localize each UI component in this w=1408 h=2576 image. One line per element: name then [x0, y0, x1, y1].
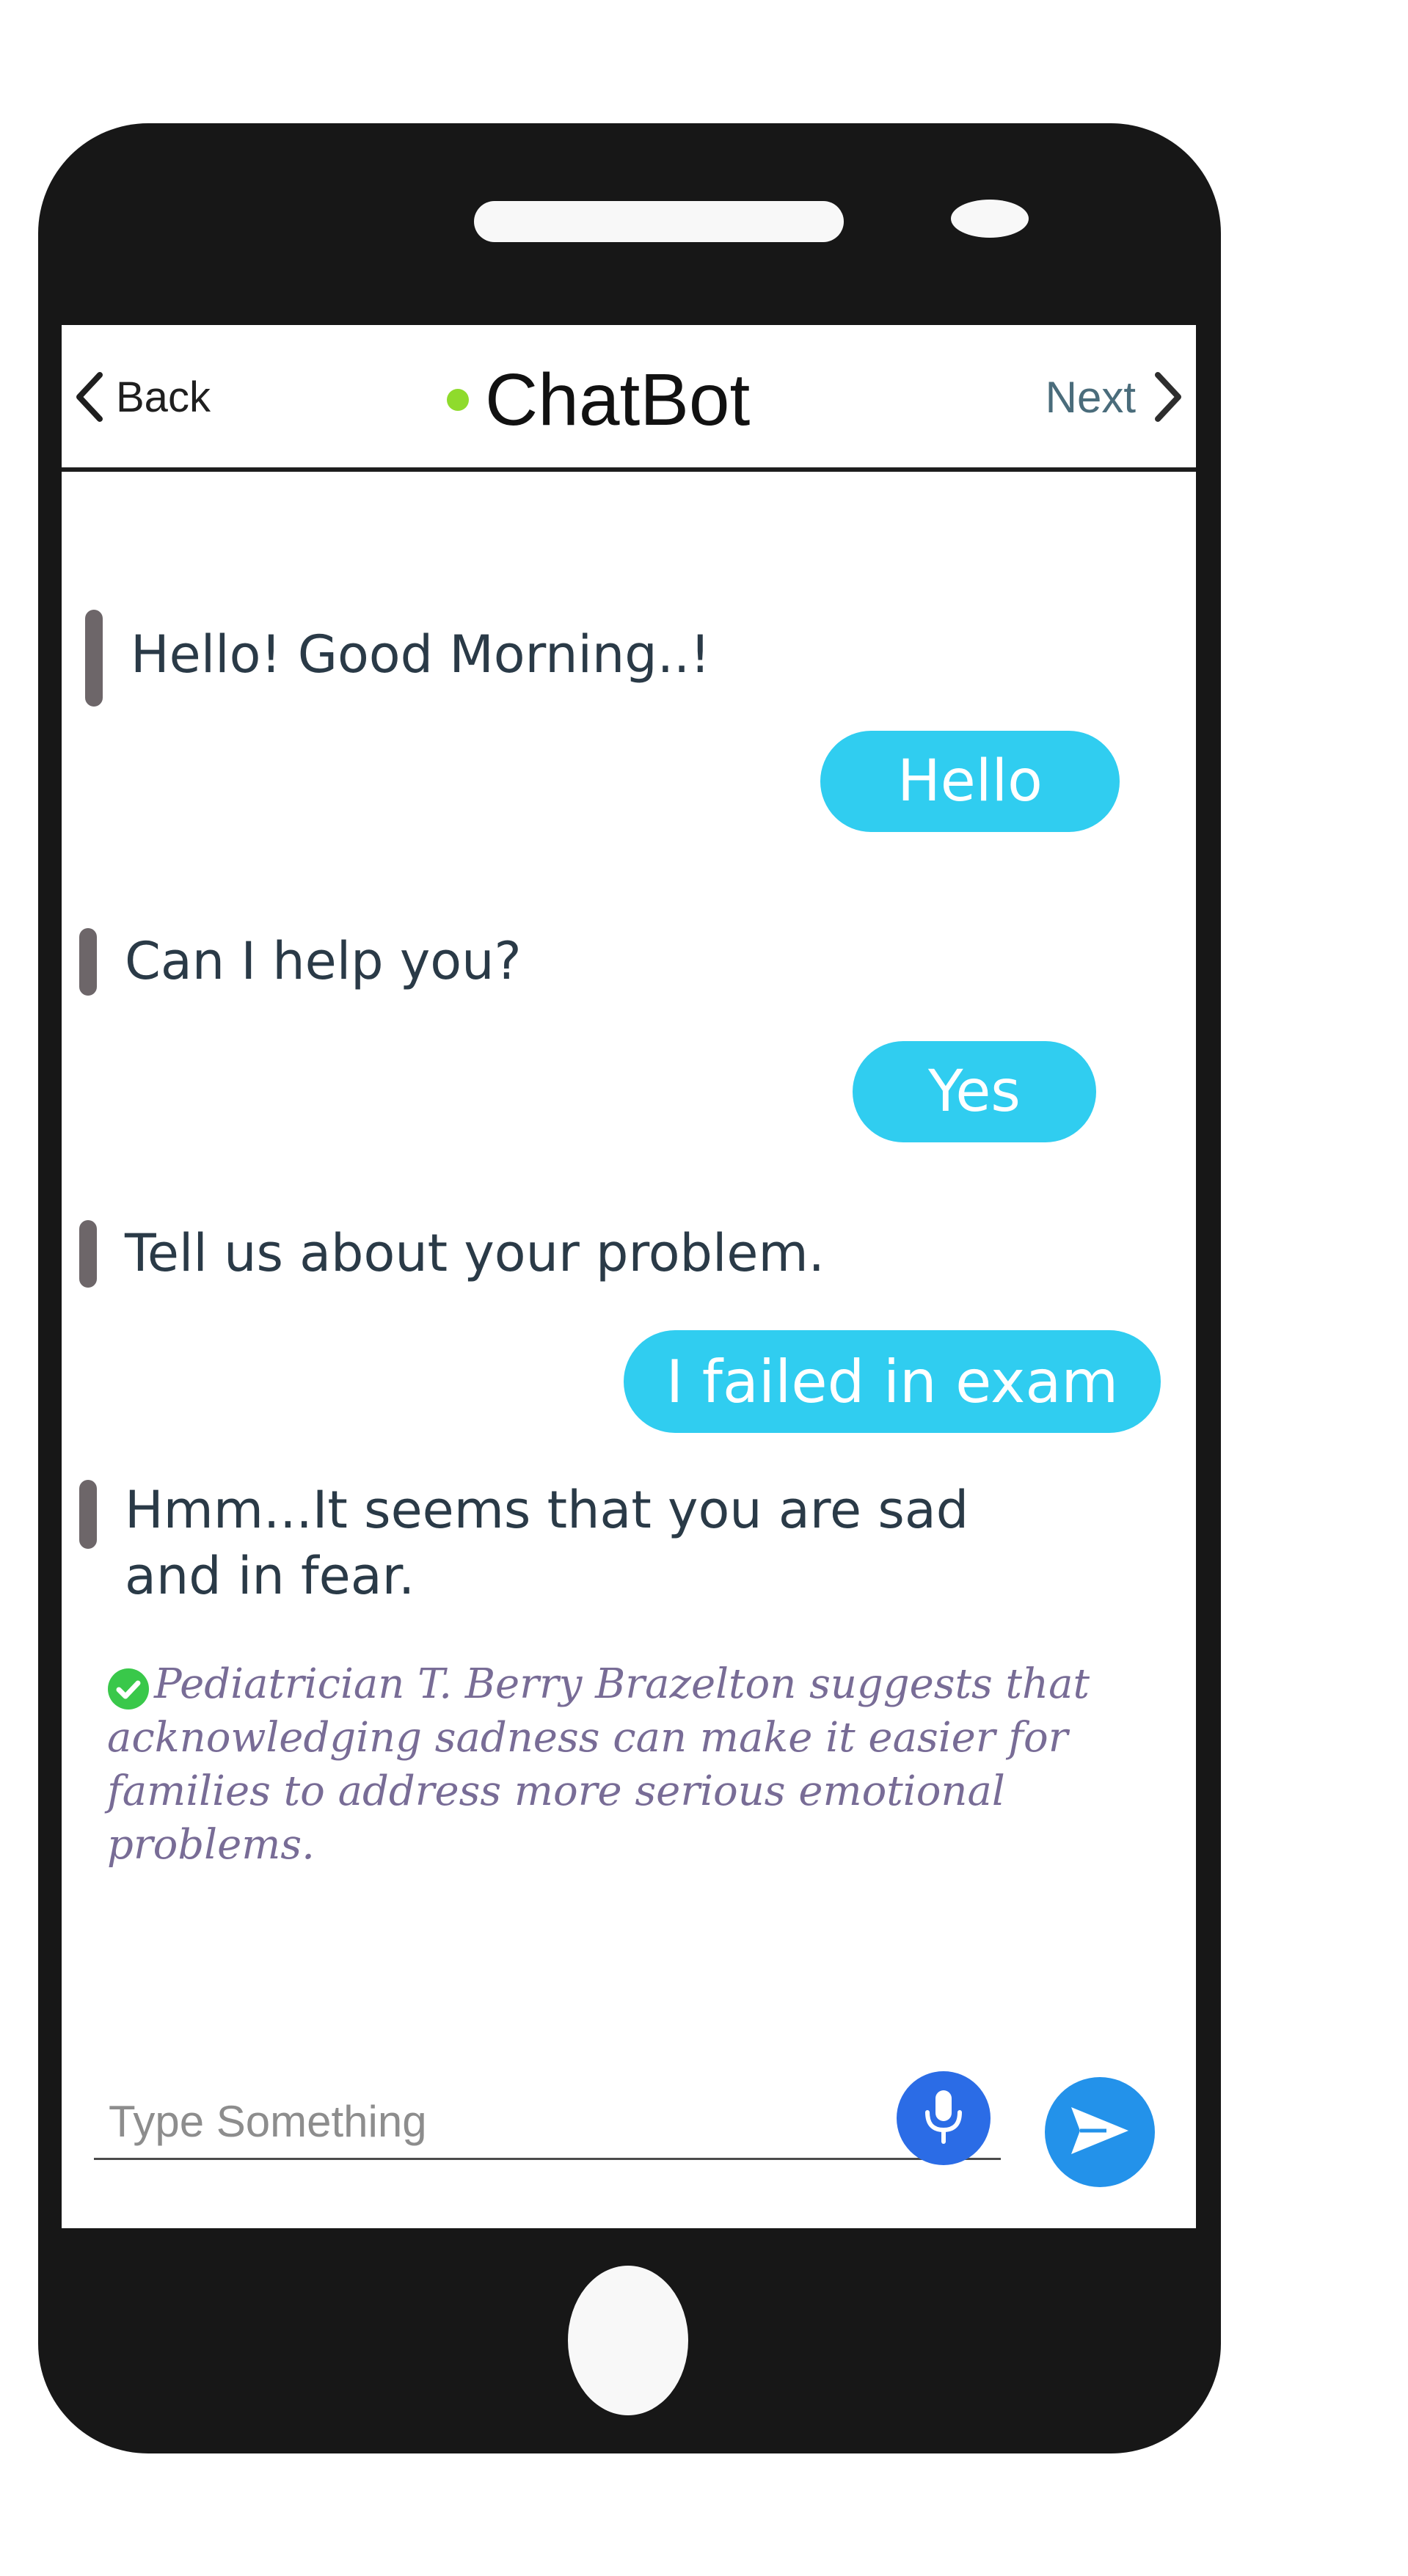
online-status-dot — [447, 389, 469, 411]
chat-header: Back ChatBot Next — [62, 325, 1196, 472]
back-label: Back — [116, 373, 211, 421]
bot-message-bar — [79, 1220, 97, 1288]
microphone-icon — [920, 2087, 967, 2149]
back-button[interactable]: Back — [75, 366, 211, 428]
message-input[interactable] — [94, 2084, 1001, 2158]
chat-screen: Back ChatBot Next Hello! Good Morning..!… — [62, 325, 1196, 2228]
send-button[interactable] — [1045, 2077, 1155, 2187]
bot-message: Hmm...It seems that you are sad and in f… — [79, 1477, 969, 1609]
tip-note: Pediatrician T. Berry Brazelton suggests… — [107, 1657, 1134, 1872]
bot-message-text: Tell us about your problem. — [125, 1223, 825, 1283]
message-input-field[interactable] — [94, 2084, 1001, 2160]
phone-camera — [951, 200, 1029, 238]
bot-message-bar — [79, 1480, 97, 1549]
bot-message-text: Can I help you? — [125, 931, 522, 991]
page-title: ChatBot — [485, 358, 751, 441]
chevron-right-icon — [1153, 371, 1183, 423]
bot-message-line: Hmm...It seems that you are sad — [125, 1480, 969, 1540]
bot-message: Tell us about your problem. — [79, 1220, 825, 1288]
bot-message-text: Hmm...It seems that you are sad and in f… — [125, 1477, 969, 1609]
bot-message-bar — [85, 610, 103, 707]
mic-button[interactable] — [897, 2071, 991, 2165]
send-icon — [1068, 2103, 1131, 2161]
check-circle-icon — [107, 1668, 150, 1713]
tip-text: Pediatrician T. Berry Brazelton suggests… — [107, 1660, 1090, 1869]
bot-message-line: and in fear. — [125, 1546, 415, 1606]
user-message-bubble: Yes — [853, 1041, 1096, 1142]
home-button[interactable] — [568, 2266, 688, 2415]
bot-message: Hello! Good Morning..! — [85, 610, 710, 707]
bot-message: Can I help you? — [79, 928, 522, 996]
chevron-left-icon — [75, 371, 104, 423]
bot-message-bar — [79, 928, 97, 996]
next-button[interactable]: Next — [1046, 366, 1183, 428]
user-message-bubble: I failed in exam — [624, 1330, 1161, 1433]
user-message-bubble: Hello — [820, 731, 1120, 832]
bot-message-text: Hello! Good Morning..! — [131, 624, 711, 685]
phone-speaker — [474, 201, 844, 242]
chat-title-group: ChatBot — [447, 356, 750, 444]
next-label: Next — [1045, 372, 1136, 422]
